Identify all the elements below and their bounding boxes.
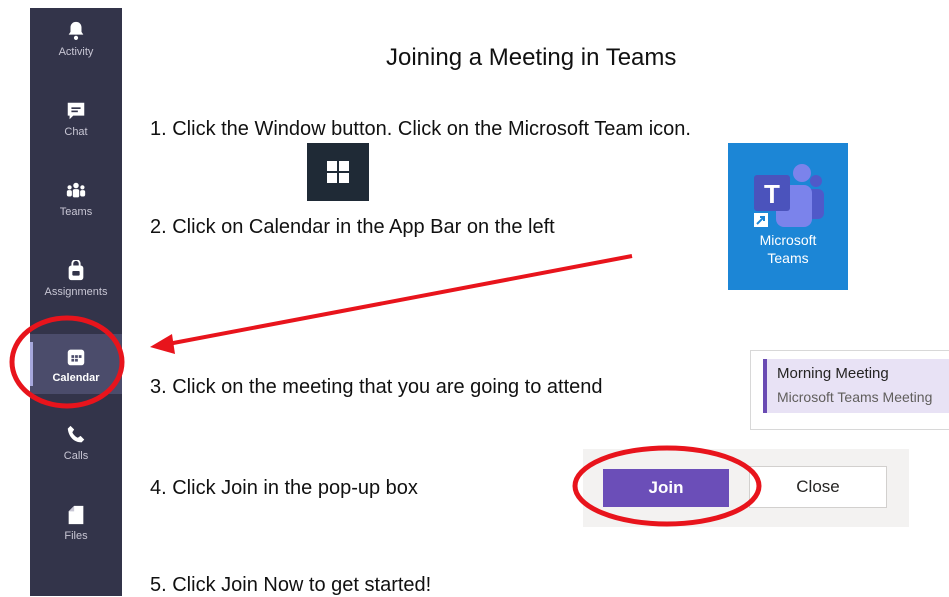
app-bar-files[interactable]: Files — [30, 504, 122, 564]
meeting-subtitle: Microsoft Teams Meeting — [777, 389, 933, 405]
app-bar-calendar[interactable]: Calendar — [30, 334, 122, 394]
bell-icon — [68, 21, 84, 40]
step-2: 2. Click on Calendar in the App Bar on t… — [150, 216, 555, 238]
join-button[interactable]: Join — [603, 469, 729, 507]
step-5: 5. Click Join Now to get started! — [150, 574, 432, 596]
teams-icon — [66, 182, 86, 198]
step-4: 4. Click Join in the pop-up box — [150, 477, 418, 499]
page-title: Joining a Meeting in Teams — [386, 44, 677, 71]
pointer-arrow-head — [150, 334, 175, 354]
app-bar-calls[interactable]: Calls — [30, 424, 122, 484]
calendar-icon — [67, 349, 85, 366]
app-bar-label-assignments: Assignments — [44, 286, 108, 298]
app-bar-chat[interactable]: Chat — [30, 100, 122, 160]
join-popup: Join Close — [583, 449, 909, 527]
windows-start-button[interactable] — [307, 143, 369, 201]
phone-icon — [67, 425, 85, 443]
app-bar-activity[interactable]: Activity — [30, 20, 122, 80]
teams-app-bar: Activity Chat Teams Assignments Calendar… — [30, 8, 122, 596]
app-bar-assignments[interactable]: Assignments — [30, 260, 122, 320]
step-1: 1. Click the Window button. Click on the… — [150, 118, 691, 140]
svg-text:T: T — [764, 179, 780, 209]
microsoft-teams-desktop-icon[interactable]: T Microsoft Teams — [728, 143, 848, 290]
app-bar-label-calls: Calls — [63, 450, 89, 462]
app-bar-label-chat: Chat — [64, 126, 88, 138]
app-bar-teams[interactable]: Teams — [30, 180, 122, 240]
close-button[interactable]: Close — [749, 466, 887, 508]
teams-tile-label-line1: Microsoft — [759, 232, 817, 248]
step-3: 3. Click on the meeting that you are goi… — [150, 376, 603, 398]
assignments-icon — [68, 260, 84, 281]
teams-logo-icon: T — [754, 164, 824, 227]
app-bar-label-teams: Teams — [59, 206, 93, 218]
chat-icon — [67, 102, 85, 120]
file-icon — [68, 505, 84, 525]
meeting-title: Morning Meeting — [777, 365, 889, 382]
windows-logo-icon — [327, 161, 349, 183]
calendar-meeting-card[interactable]: Morning Meeting Microsoft Teams Meeting — [750, 350, 949, 430]
teams-tile-label-line2: Teams — [767, 250, 809, 266]
app-bar-label-activity: Activity — [58, 46, 94, 58]
app-bar-label-files: Files — [64, 530, 88, 542]
meeting-event-block[interactable]: Morning Meeting Microsoft Teams Meeting — [763, 359, 949, 413]
pointer-arrow-line — [167, 254, 633, 346]
app-bar-label-calendar: Calendar — [52, 372, 100, 384]
